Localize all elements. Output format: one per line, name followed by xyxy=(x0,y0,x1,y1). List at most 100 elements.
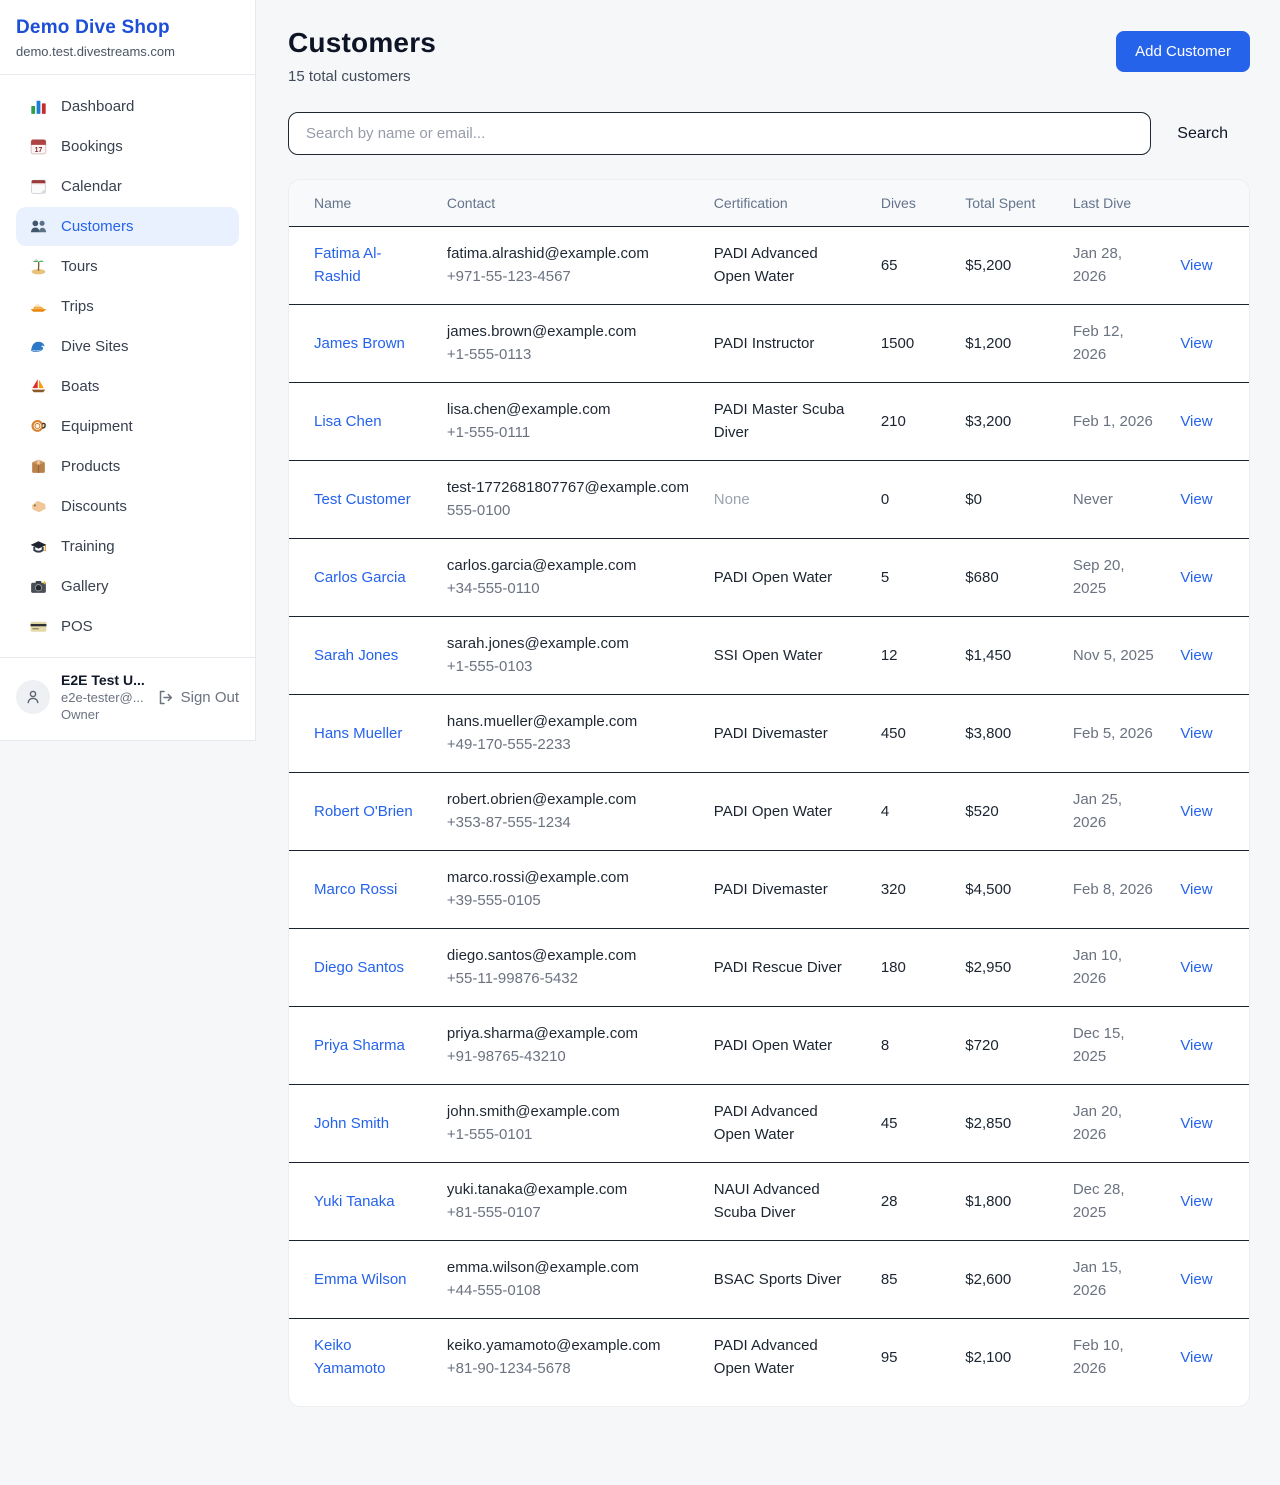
customer-name-link[interactable]: Sarah Jones xyxy=(314,647,398,664)
shop-logo-block: Demo Dive Shop demo.test.divestreams.com xyxy=(0,0,255,75)
column-header-name: Name xyxy=(289,180,435,227)
sidebar-item-boats[interactable]: Boats xyxy=(16,367,239,406)
sidebar-item-discounts[interactable]: Discounts xyxy=(16,487,239,526)
customer-total-spent: $2,600 xyxy=(953,1241,1061,1319)
customer-name-link[interactable]: Carlos Garcia xyxy=(314,569,406,586)
view-customer-link[interactable]: View xyxy=(1180,257,1212,274)
customer-name-link[interactable]: Robert O'Brien xyxy=(314,803,413,820)
customer-dives: 4 xyxy=(869,773,953,851)
view-customer-link[interactable]: View xyxy=(1180,647,1212,664)
view-customer-link[interactable]: View xyxy=(1180,491,1212,508)
view-customer-link[interactable]: View xyxy=(1180,1115,1212,1132)
sidebar-item-gallery[interactable]: Gallery xyxy=(16,567,239,606)
sidebar-item-equipment[interactable]: Equipment xyxy=(16,407,239,446)
sidebar-item-label: Products xyxy=(61,458,120,475)
customer-total-spent: $3,200 xyxy=(953,383,1061,461)
customer-certification: BSAC Sports Diver xyxy=(702,1241,869,1319)
customer-certification: PADI Open Water xyxy=(702,1007,869,1085)
sidebar-item-customers[interactable]: Customers xyxy=(16,207,239,246)
customer-certification: SSI Open Water xyxy=(702,617,869,695)
view-customer-link[interactable]: View xyxy=(1180,803,1212,820)
customer-total-spent: $3,800 xyxy=(953,695,1061,773)
table-row: Emma Wilson emma.wilson@example.com +44-… xyxy=(289,1241,1249,1319)
total-customers-count: 15 total customers xyxy=(288,68,436,85)
view-customer-link[interactable]: View xyxy=(1180,335,1212,352)
sidebar-item-label: Dashboard xyxy=(61,98,134,115)
sidebar-item-products[interactable]: Products xyxy=(16,447,239,486)
customer-last-dive: Feb 8, 2026 xyxy=(1061,851,1169,929)
customer-phone: +353-87-555-1234 xyxy=(447,812,690,835)
sidebar-item-tours[interactable]: Tours xyxy=(16,247,239,286)
sign-out-button[interactable]: Sign Out xyxy=(157,689,239,706)
customer-dives: 95 xyxy=(869,1319,953,1407)
view-customer-link[interactable]: View xyxy=(1180,569,1212,586)
customer-email: keiko.yamamoto@example.com xyxy=(447,1335,690,1358)
customer-name-link[interactable]: Fatima Al-Rashid xyxy=(314,245,382,285)
sidebar-item-label: Equipment xyxy=(61,418,133,435)
table-row: Lisa Chen lisa.chen@example.com +1-555-0… xyxy=(289,383,1249,461)
view-customer-link[interactable]: View xyxy=(1180,725,1212,742)
search-input[interactable] xyxy=(288,112,1151,155)
tag-icon xyxy=(29,497,48,516)
customer-last-dive: Never xyxy=(1061,461,1169,539)
avatar xyxy=(16,680,50,714)
customer-name-link[interactable]: Yuki Tanaka xyxy=(314,1193,395,1210)
sidebar-item-training[interactable]: Training xyxy=(16,527,239,566)
scuba-mask-icon xyxy=(29,417,48,436)
table-row: Fatima Al-Rashid fatima.alrashid@example… xyxy=(289,227,1249,305)
sidebar-item-label: Gallery xyxy=(61,578,109,595)
customer-email: james.brown@example.com xyxy=(447,321,690,344)
view-customer-link[interactable]: View xyxy=(1180,1193,1212,1210)
customer-phone: +1-555-0103 xyxy=(447,656,690,679)
customer-email: hans.mueller@example.com xyxy=(447,711,690,734)
customer-phone: +91-98765-43210 xyxy=(447,1046,690,1069)
speedboat-icon xyxy=(29,297,48,316)
customer-last-dive: Feb 10, 2026 xyxy=(1061,1319,1169,1407)
customer-name-link[interactable]: Emma Wilson xyxy=(314,1271,407,1288)
view-customer-link[interactable]: View xyxy=(1180,1271,1212,1288)
customer-certification: PADI Rescue Diver xyxy=(702,929,869,1007)
customer-dives: 0 xyxy=(869,461,953,539)
customer-name-link[interactable]: Test Customer xyxy=(314,491,411,508)
sidebar-item-dashboard[interactable]: Dashboard xyxy=(16,87,239,126)
sidebar-item-trips[interactable]: Trips xyxy=(16,287,239,326)
sidebar-item-label: Bookings xyxy=(61,138,123,155)
customer-email: emma.wilson@example.com xyxy=(447,1257,690,1280)
customer-name-link[interactable]: John Smith xyxy=(314,1115,389,1132)
customer-email: fatima.alrashid@example.com xyxy=(447,243,690,266)
customer-dives: 450 xyxy=(869,695,953,773)
customer-name-link[interactable]: Keiko Yamamoto xyxy=(314,1337,385,1377)
customer-phone: +1-555-0101 xyxy=(447,1124,690,1147)
customer-email: sarah.jones@example.com xyxy=(447,633,690,656)
customer-email: marco.rossi@example.com xyxy=(447,867,690,890)
view-customer-link[interactable]: View xyxy=(1180,1037,1212,1054)
view-customer-link[interactable]: View xyxy=(1180,413,1212,430)
customer-name-link[interactable]: Priya Sharma xyxy=(314,1037,405,1054)
customer-name-link[interactable]: Diego Santos xyxy=(314,959,404,976)
sidebar-item-pos[interactable]: POS xyxy=(16,607,239,646)
customer-total-spent: $4,500 xyxy=(953,851,1061,929)
customer-name-link[interactable]: Lisa Chen xyxy=(314,413,382,430)
add-customer-button[interactable]: Add Customer xyxy=(1116,31,1250,72)
customer-total-spent: $520 xyxy=(953,773,1061,851)
customer-last-dive: Feb 12, 2026 xyxy=(1061,305,1169,383)
view-customer-link[interactable]: View xyxy=(1180,1349,1212,1366)
customer-name-link[interactable]: Hans Mueller xyxy=(314,725,402,742)
table-header-row: Name Contact Certification Dives Total S… xyxy=(289,180,1249,227)
sidebar-item-dive-sites[interactable]: Dive Sites xyxy=(16,327,239,366)
sidebar-item-label: Calendar xyxy=(61,178,122,195)
user-email: e2e-tester@... xyxy=(61,690,146,705)
search-button[interactable]: Search xyxy=(1155,115,1250,153)
customer-name-link[interactable]: James Brown xyxy=(314,335,405,352)
sidebar-item-calendar[interactable]: Calendar xyxy=(16,167,239,206)
sidebar-item-bookings[interactable]: 17Bookings xyxy=(16,127,239,166)
customer-last-dive: Feb 5, 2026 xyxy=(1061,695,1169,773)
customer-last-dive: Dec 15, 2025 xyxy=(1061,1007,1169,1085)
view-customer-link[interactable]: View xyxy=(1180,959,1212,976)
customer-dives: 5 xyxy=(869,539,953,617)
customer-name-link[interactable]: Marco Rossi xyxy=(314,881,397,898)
user-name: E2E Test U... xyxy=(61,672,146,688)
view-customer-link[interactable]: View xyxy=(1180,881,1212,898)
customer-dives: 85 xyxy=(869,1241,953,1319)
sailboat-icon xyxy=(29,377,48,396)
